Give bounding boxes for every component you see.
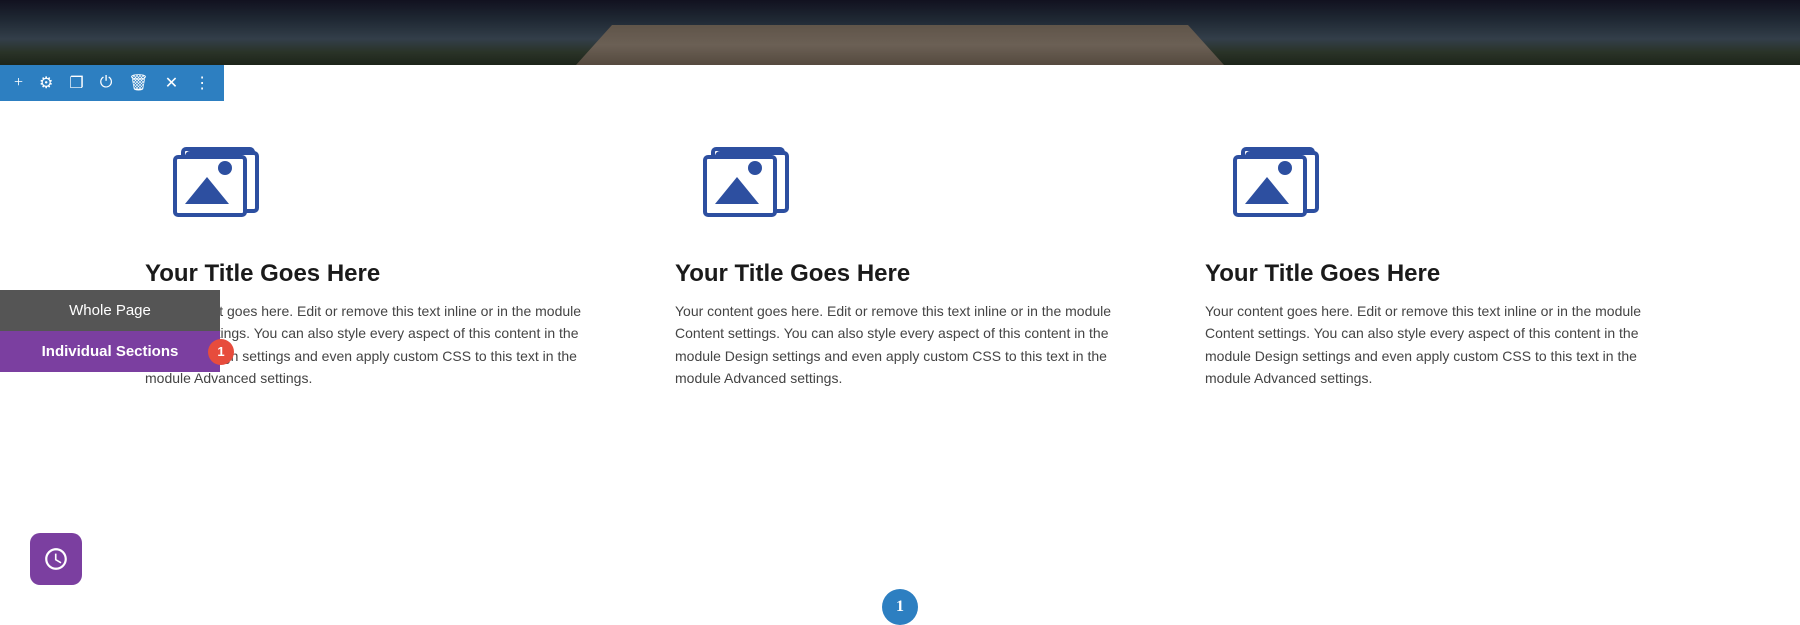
column-3: Your Title Goes Here Your content goes h… xyxy=(1165,135,1695,605)
main-content-area: Your Title Goes Here Your content goes h… xyxy=(0,105,1800,625)
col-2-title: Your Title Goes Here xyxy=(675,260,1125,288)
col-3-body: Your content goes here. Edit or remove t… xyxy=(1205,300,1655,390)
pagination-button[interactable]: 1 xyxy=(882,589,918,625)
individual-sections-badge: 1 xyxy=(208,339,234,365)
side-panel: Whole Page Individual Sections 1 xyxy=(0,290,220,372)
column-2: Your Title Goes Here Your content goes h… xyxy=(635,135,1165,605)
header-banner xyxy=(0,0,1800,65)
trash-icon[interactable]: 🗑 xyxy=(124,71,152,95)
image-placeholder-2 xyxy=(695,135,1125,240)
columns-container: Your Title Goes Here Your content goes h… xyxy=(0,105,1800,625)
col-1-title: Your Title Goes Here xyxy=(145,260,595,288)
individual-sections-button[interactable]: Individual Sections 1 xyxy=(0,331,220,372)
col-2-body: Your content goes here. Edit or remove t… xyxy=(675,300,1125,390)
whole-page-button[interactable]: Whole Page xyxy=(0,290,220,331)
close-icon[interactable]: ✕ xyxy=(161,71,182,95)
col-3-title: Your Title Goes Here xyxy=(1205,260,1655,288)
power-icon[interactable]: ⏻ xyxy=(96,72,117,94)
history-icon xyxy=(43,546,69,572)
image-placeholder-3 xyxy=(1225,135,1655,240)
add-icon[interactable]: + xyxy=(10,72,27,94)
editor-toolbar: + ⚙ ❐ ⏻ 🗑 ✕ ⋮ xyxy=(0,65,224,101)
history-float-button[interactable] xyxy=(30,533,82,585)
crop-icon[interactable]: ❐ xyxy=(65,71,87,95)
gear-icon[interactable]: ⚙ xyxy=(35,71,57,95)
more-icon[interactable]: ⋮ xyxy=(190,71,214,95)
image-placeholder-1 xyxy=(165,135,595,240)
